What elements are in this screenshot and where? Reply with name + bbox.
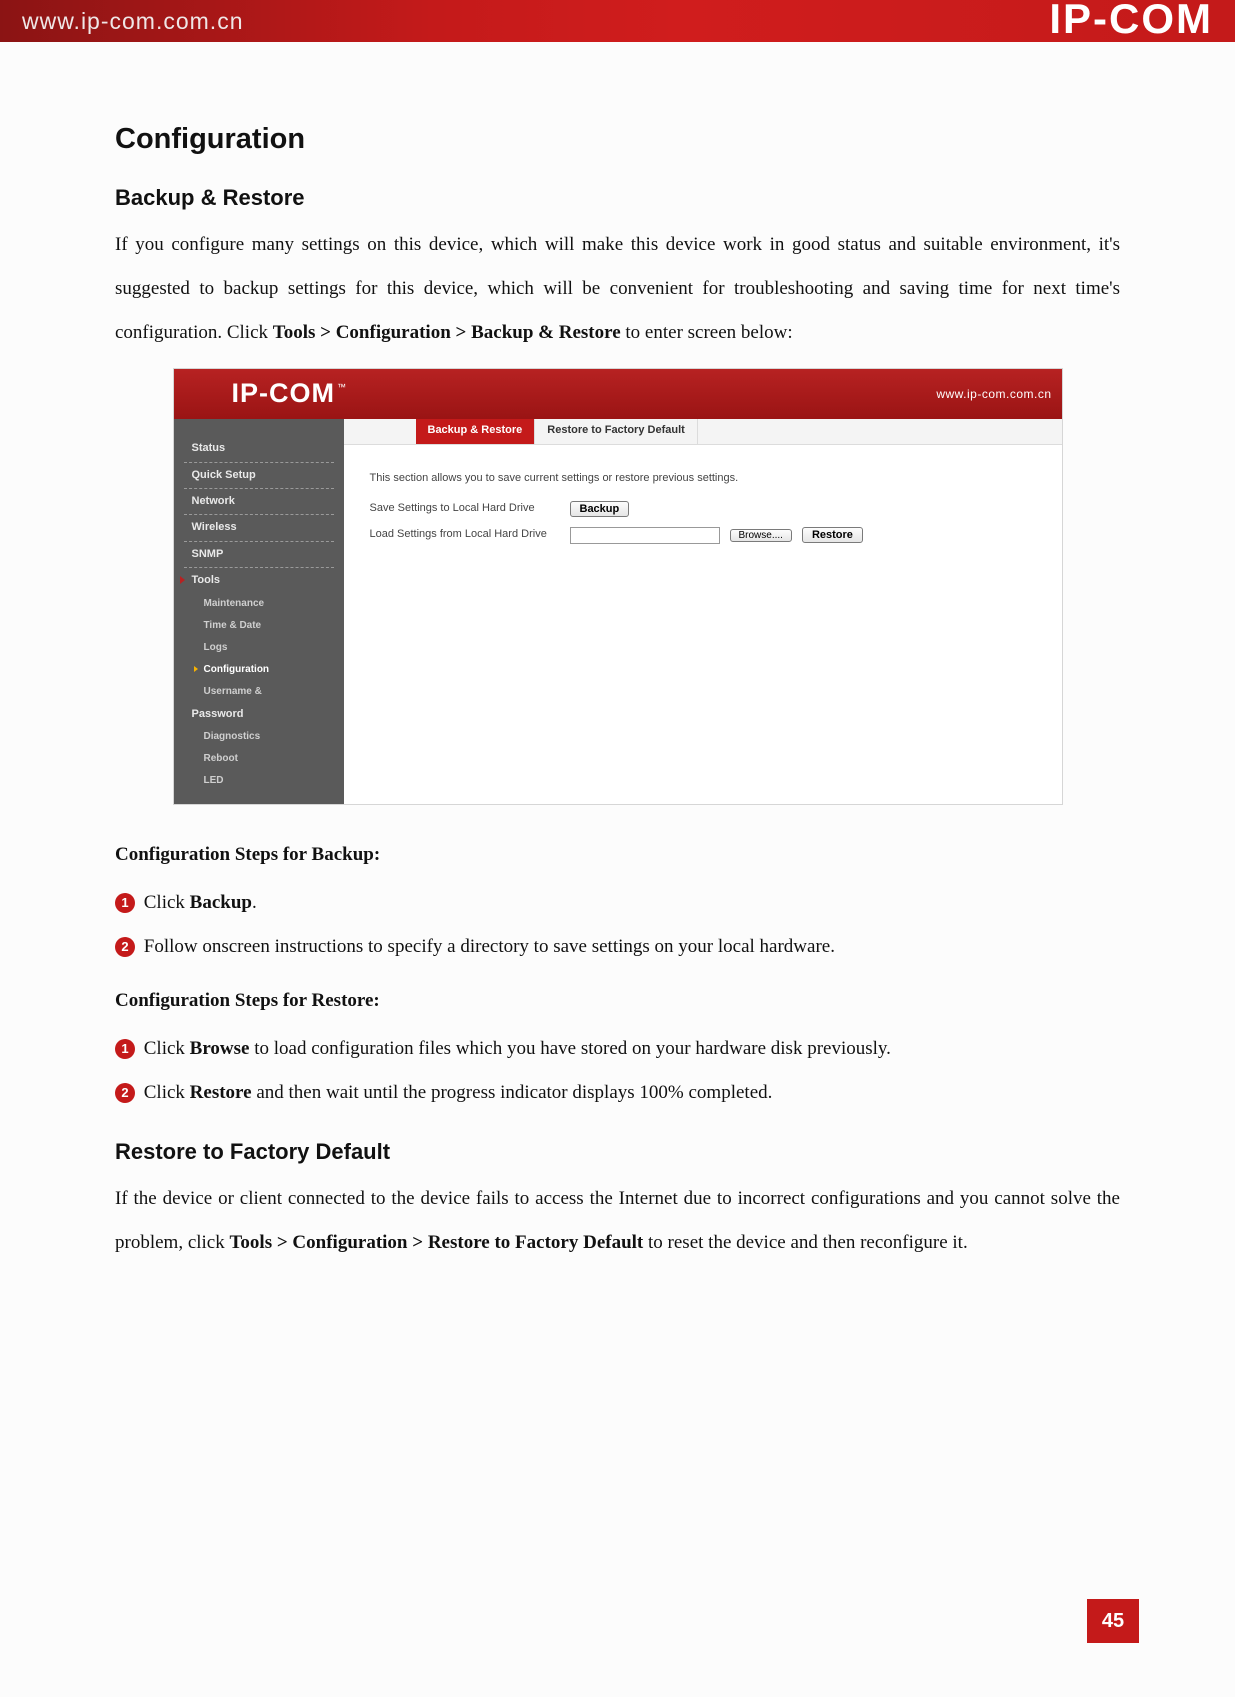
factory-text-post: to reset the device and then reconfigure… (643, 1232, 967, 1253)
document-body: Configuration Backup & Restore If you co… (0, 42, 1235, 1265)
backup-step-1: 1 Click Backup. (115, 885, 1120, 921)
backup-step-2: 2 Follow onscreen instructions to specif… (115, 929, 1120, 965)
backup-button[interactable]: Backup (570, 501, 630, 517)
step-number-icon: 2 (115, 1083, 135, 1103)
step-text: Follow onscreen instructions to specify … (139, 936, 835, 957)
restore-step-2: 2 Click Restore and then wait until the … (115, 1075, 1120, 1111)
nav-wireless[interactable]: Wireless (174, 516, 344, 539)
intro-text-post: to enter screen below: (621, 322, 793, 343)
h2-backup-restore: Backup & Restore (115, 185, 1120, 211)
nav-divider (184, 488, 334, 489)
restore-button[interactable]: Restore (802, 527, 863, 543)
heading-backup-steps: Configuration Steps for Backup: (115, 833, 1120, 877)
nav-password[interactable]: Password (174, 703, 344, 726)
intro-path: Tools > Configuration > Backup & Restore (273, 322, 621, 343)
step-text-post: to load configuration files which you ha… (249, 1038, 890, 1059)
nav-network[interactable]: Network (174, 490, 344, 513)
factory-path: Tools > Configuration > Restore to Facto… (230, 1232, 644, 1253)
shot-logo: IP-COM (232, 375, 346, 413)
restore-step-1: 1 Click Browse to load configuration fil… (115, 1031, 1120, 1067)
shot-header: IP-COM www.ip-com.com.cn (174, 369, 1062, 419)
intro-paragraph: If you configure many settings on this d… (115, 223, 1120, 354)
step-text-pre: Click (139, 1082, 190, 1103)
step-bold: Restore (190, 1082, 252, 1103)
step-text-pre: Click (139, 892, 190, 913)
nav-reboot[interactable]: Reboot (174, 748, 344, 770)
h2-restore-factory: Restore to Factory Default (115, 1139, 1120, 1165)
tab-restore-factory[interactable]: Restore to Factory Default (535, 419, 698, 444)
nav-led[interactable]: LED (174, 770, 344, 792)
step-number-icon: 1 (115, 893, 135, 913)
row-save-settings: Save Settings to Local Hard Drive Backup (370, 501, 1036, 517)
nav-divider (184, 462, 334, 463)
nav-maintenance[interactable]: Maintenance (174, 593, 344, 615)
step-text-post: and then wait until the progress indicat… (252, 1082, 773, 1103)
step-number-icon: 1 (115, 1039, 135, 1059)
nav-username[interactable]: Username & (174, 681, 344, 703)
nav-divider (184, 541, 334, 542)
h1-configuration: Configuration (115, 122, 1120, 157)
nav-divider (184, 567, 334, 568)
step-bold: Backup (190, 892, 252, 913)
nav-snmp[interactable]: SNMP (174, 543, 344, 566)
shot-description: This section allows you to save current … (370, 471, 1036, 486)
label-save-settings: Save Settings to Local Hard Drive (370, 501, 560, 516)
nav-status[interactable]: Status (174, 437, 344, 460)
nav-logs[interactable]: Logs (174, 637, 344, 659)
shot-content: This section allows you to save current … (344, 445, 1062, 579)
label-load-settings: Load Settings from Local Hard Drive (370, 527, 560, 542)
header-url: www.ip-com.com.cn (22, 8, 243, 35)
nav-diagnostics[interactable]: Diagnostics (174, 726, 344, 748)
header-logo: IP-COM (1049, 0, 1213, 40)
shot-body: Status Quick Setup Network Wireless SNMP… (174, 419, 1062, 804)
file-input[interactable] (570, 527, 720, 544)
nav-divider (184, 514, 334, 515)
step-bold: Browse (190, 1038, 250, 1059)
heading-restore-steps: Configuration Steps for Restore: (115, 979, 1120, 1023)
step-number-icon: 2 (115, 937, 135, 957)
page-header: www.ip-com.com.cn IP-COM (0, 0, 1235, 42)
shot-sidebar: Status Quick Setup Network Wireless SNMP… (174, 419, 344, 804)
page-number: 45 (1087, 1599, 1139, 1643)
browse-button[interactable]: Browse.... (730, 529, 792, 542)
nav-time-date[interactable]: Time & Date (174, 615, 344, 637)
tab-backup-restore[interactable]: Backup & Restore (416, 419, 536, 444)
embedded-screenshot: IP-COM www.ip-com.com.cn Status Quick Se… (173, 368, 1063, 805)
shot-url: www.ip-com.com.cn (936, 386, 1051, 403)
nav-quick-setup[interactable]: Quick Setup (174, 464, 344, 487)
step-text-pre: Click (139, 1038, 190, 1059)
factory-paragraph: If the device or client connected to the… (115, 1177, 1120, 1264)
shot-main: Backup & Restore Restore to Factory Defa… (344, 419, 1062, 804)
shot-tabbar: Backup & Restore Restore to Factory Defa… (344, 419, 1062, 445)
step-text-post: . (252, 892, 257, 913)
nav-configuration[interactable]: Configuration (174, 659, 344, 681)
row-load-settings: Load Settings from Local Hard Drive Brow… (370, 527, 1036, 544)
nav-tools[interactable]: Tools (174, 569, 344, 592)
